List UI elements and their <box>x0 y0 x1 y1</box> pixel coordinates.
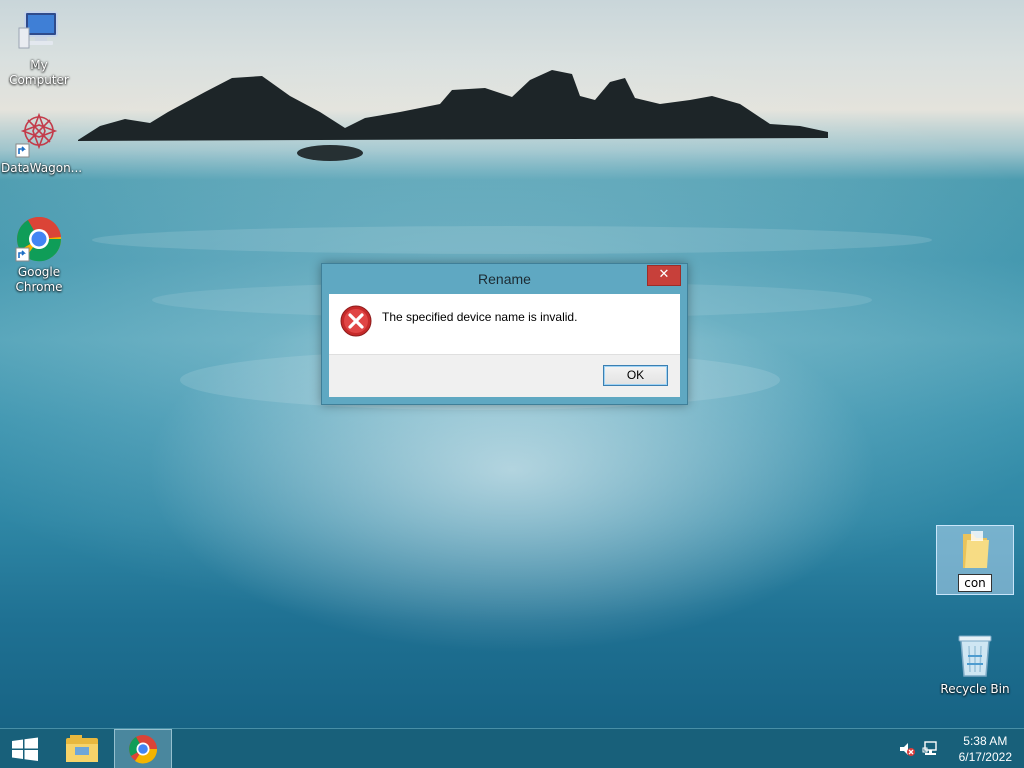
rename-error-dialog[interactable]: Rename ✕ The specified device name is in… <box>321 263 688 405</box>
dialog-footer: OK <box>329 354 680 397</box>
windows-start-icon <box>12 737 38 761</box>
file-explorer-icon <box>66 735 98 762</box>
error-message: The specified device name is invalid. <box>382 310 578 324</box>
computer-icon <box>15 8 63 56</box>
clock-date: 6/17/2022 <box>958 750 1012 764</box>
error-icon <box>340 305 372 337</box>
desktop-icon-my-computer[interactable]: My Computer <box>1 8 77 88</box>
dialog-body: The specified device name is invalid. <box>329 294 680 354</box>
desktop[interactable]: My Computer DataWagon... Google Chrome c… <box>0 0 1024 768</box>
clock-time: 5:38 AM <box>963 734 1008 748</box>
folder-icon <box>951 528 999 572</box>
desktop-icon-recycle-bin[interactable]: Recycle Bin <box>937 630 1013 697</box>
network-icon[interactable] <box>922 740 940 758</box>
desktop-icon-label-line1: Google <box>17 265 61 279</box>
datawagon-icon <box>15 111 63 159</box>
desktop-icon-google-chrome[interactable]: Google Chrome <box>1 215 77 295</box>
system-clock[interactable]: 5:38 AM 6/17/2022 <box>959 733 1012 765</box>
taskbar: 5:38 AM 6/17/2022 <box>0 728 1024 768</box>
desktop-icon-label-line2: Chrome <box>15 280 63 294</box>
chrome-icon <box>129 735 158 764</box>
dialog-title: Rename <box>478 271 531 287</box>
rename-input[interactable]: con <box>958 574 992 592</box>
volume-muted-icon[interactable] <box>898 740 916 758</box>
start-button[interactable] <box>0 729 50 768</box>
desktop-icon-label: My Computer <box>9 58 69 87</box>
close-button[interactable]: ✕ <box>647 265 681 286</box>
desktop-icon-datawagon[interactable]: DataWagon... <box>1 111 83 176</box>
ok-button[interactable]: OK <box>603 365 668 386</box>
desktop-icon-label: Recycle Bin <box>940 682 1010 696</box>
chrome-icon <box>15 215 63 263</box>
chrome-taskbar-button[interactable] <box>114 729 172 768</box>
desktop-icon-con-folder[interactable]: con <box>936 525 1014 595</box>
recycle-bin-icon <box>951 630 999 680</box>
file-explorer-taskbar-button[interactable] <box>57 729 107 768</box>
desktop-icon-label: DataWagon... <box>1 161 83 175</box>
